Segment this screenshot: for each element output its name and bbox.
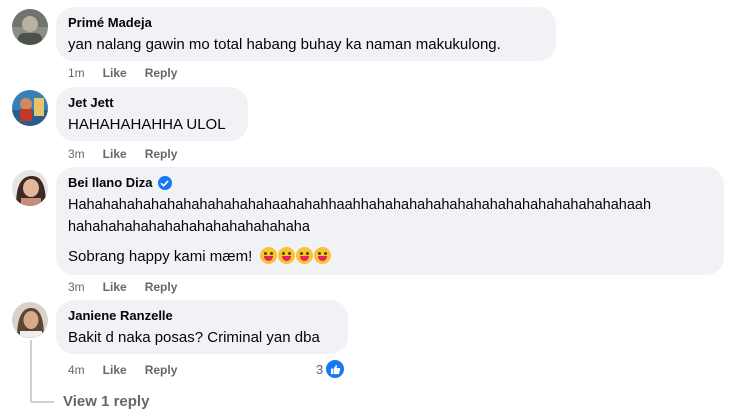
thread-connector	[30, 401, 54, 403]
thumbs-up-icon	[325, 359, 346, 379]
comment-bubble: Janiene Ranzelle Bakit d naka posas? Cri…	[56, 300, 348, 354]
comment-text: hahahahahahahahahahahahahahaha	[68, 219, 310, 235]
comment-bubble: Bei Ilano Diza Hahahahahahahahahahahahah…	[56, 167, 724, 275]
comment-bubble: Jet Jett HAHAHAHAHHA ULOL	[56, 87, 248, 141]
comment-text: Hahahahahahahahahahahahahaahahahhaahhaha…	[68, 197, 652, 213]
comment-text: Sobrang happy kami mæm!	[68, 248, 253, 265]
like-button[interactable]: Like	[103, 146, 127, 162]
grinning-tongue-emoji	[260, 247, 278, 264]
comment-author[interactable]: Primé Madeja	[68, 15, 152, 31]
like-button[interactable]: Like	[103, 362, 127, 378]
reply-button[interactable]: Reply	[145, 65, 178, 81]
thread-connector	[30, 340, 32, 402]
comment-time[interactable]: 3m	[68, 146, 85, 162]
comment-bubble: Primé Madeja yan nalang gawin mo total h…	[56, 7, 556, 61]
reaction-count[interactable]: 3	[316, 359, 346, 379]
comment-time[interactable]: 4m	[68, 362, 85, 378]
avatar[interactable]	[12, 90, 48, 126]
comment-text: yan nalang gawin mo total habang buhay k…	[68, 36, 501, 53]
comment-actions: 3m Like Reply	[68, 279, 195, 295]
reply-button[interactable]: Reply	[145, 279, 178, 295]
comment-author[interactable]: Jet Jett	[68, 95, 114, 111]
grinning-tongue-emoji	[314, 247, 332, 264]
comment-actions: 3m Like Reply	[68, 146, 195, 162]
reaction-count-value: 3	[316, 361, 324, 377]
verified-badge-icon	[157, 176, 172, 190]
comment-text-line: Sobrang happy kami mæm!	[68, 247, 712, 267]
avatar[interactable]	[12, 170, 48, 206]
grinning-tongue-emoji	[296, 247, 314, 264]
grinning-tongue-emoji	[278, 247, 296, 264]
comment-text: HAHAHAHAHHA ULOL	[68, 116, 226, 133]
like-button[interactable]: Like	[103, 279, 127, 295]
comment-actions: 4m Like Reply	[68, 362, 195, 378]
avatar[interactable]	[12, 302, 48, 338]
comment-author[interactable]: Janiene Ranzelle	[68, 308, 173, 324]
comment-time[interactable]: 3m	[68, 279, 85, 295]
comment-time[interactable]: 1m	[68, 65, 85, 81]
comment-actions: 1m Like Reply	[68, 65, 195, 81]
reply-button[interactable]: Reply	[145, 362, 178, 378]
comment-text: Bakit d naka posas? Criminal yan dba	[68, 329, 320, 346]
avatar[interactable]	[12, 9, 48, 45]
reply-button[interactable]: Reply	[145, 146, 178, 162]
like-button[interactable]: Like	[103, 65, 127, 81]
view-replies-link[interactable]: View 1 reply	[63, 393, 149, 410]
comment-author[interactable]: Bei Ilano Diza	[68, 175, 153, 191]
